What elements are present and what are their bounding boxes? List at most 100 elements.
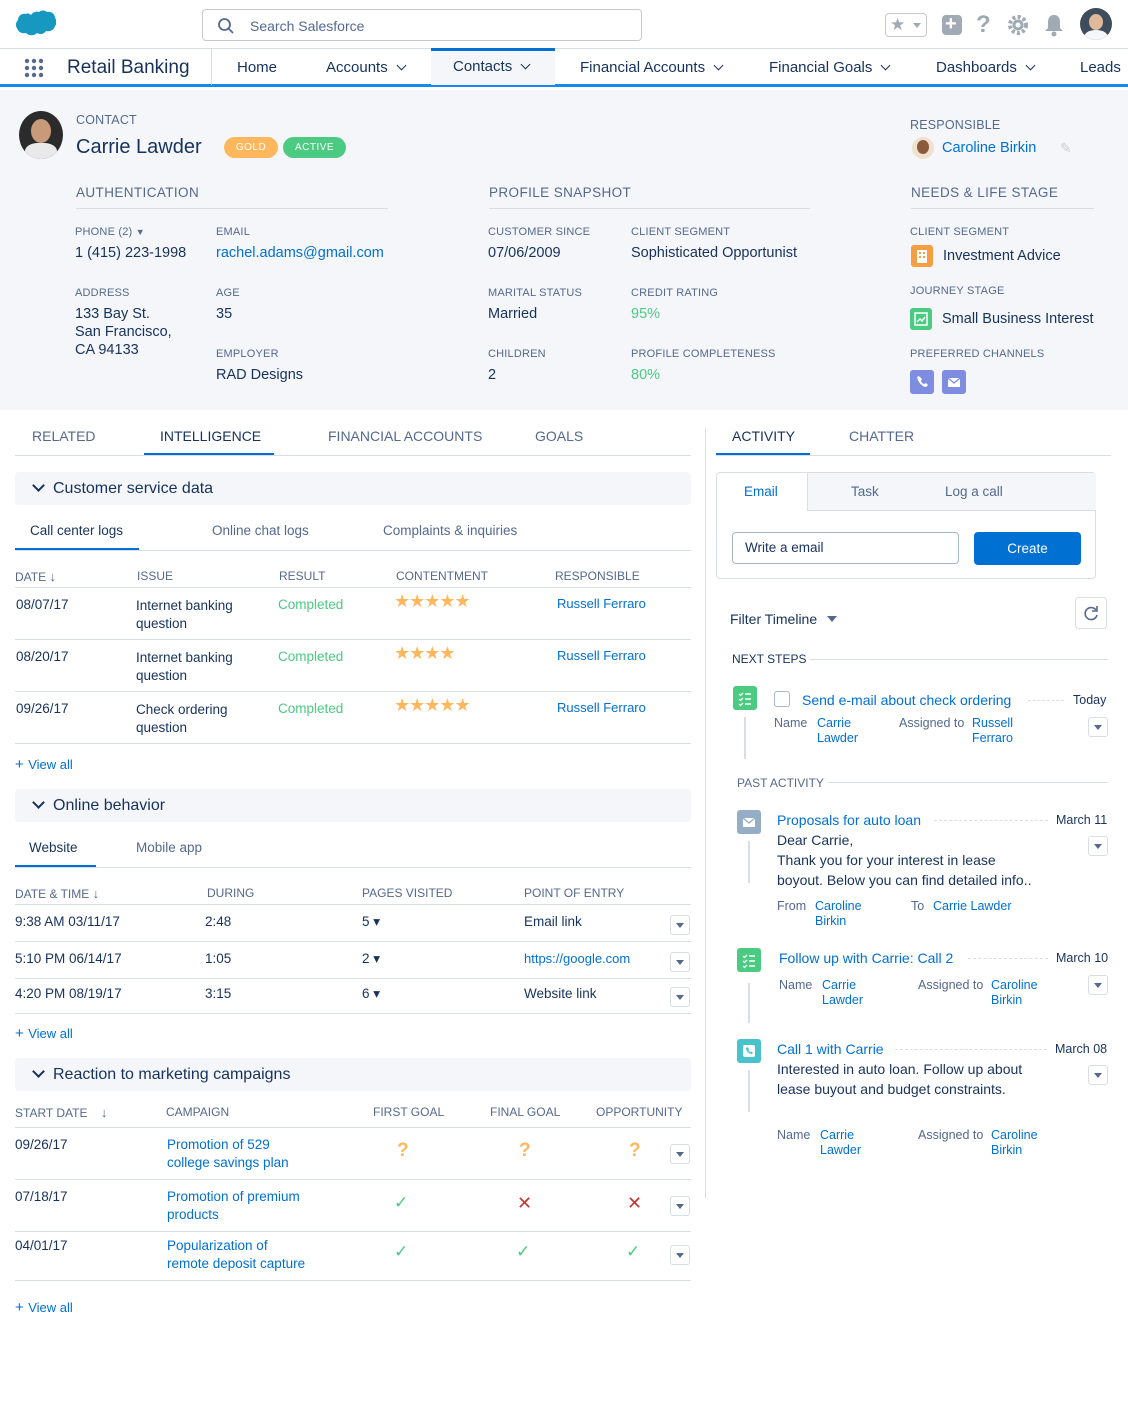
composer-tab-task[interactable]: Task [851,484,879,499]
cell-campaign-link[interactable]: Promotion of 529 college savings plan [167,1136,307,1172]
view-all-calls-link[interactable]: + View all [15,756,73,774]
col-first-goal[interactable]: FIRST GOAL [373,1105,444,1119]
edit-pencil-icon[interactable]: ✎ [1060,140,1072,157]
view-all-campaigns-link[interactable]: + View all [15,1299,73,1317]
tab-goals[interactable]: GOALS [535,428,583,444]
cell-campaign-link[interactable]: Popularization of remote deposit capture [167,1237,307,1273]
subtab-website[interactable]: Website [29,840,78,855]
create-button[interactable]: Create [974,532,1081,565]
row-menu-button[interactable] [670,1144,690,1164]
email-link[interactable]: rachel.adams@gmail.com [216,244,384,262]
assigned-link[interactable]: Caroline Birkin [991,978,1051,1008]
row-menu-button[interactable] [670,1245,690,1265]
col-date-time[interactable]: DATE & TIME ↓ [15,886,99,901]
col-result[interactable]: RESULT [279,569,325,583]
notifications-bell-icon[interactable] [1043,13,1065,37]
view-all-online-link[interactable]: + View all [15,1025,73,1043]
tab-intelligence[interactable]: INTELLIGENCE [160,428,261,444]
to-link[interactable]: Carrie Lawder [933,899,1023,914]
nav-tab-financial-goals[interactable]: Financial Goals [769,49,891,85]
phone-label[interactable]: PHONE (2) ▼ [75,226,145,238]
section-title: Customer service data [53,480,214,497]
nav-tab-home[interactable]: Home [237,49,277,85]
col-start-date[interactable]: START DATE ↓ [15,1105,107,1120]
row-menu-button[interactable] [670,1196,690,1216]
email-channel-icon[interactable] [942,370,966,394]
tab-related[interactable]: RELATED [32,428,96,444]
subtab-call-center-logs[interactable]: Call center logs [30,523,123,538]
col-contentment[interactable]: CONTENTMENT [396,569,488,583]
marketing-section-header[interactable]: Reaction to marketing campaigns [15,1058,691,1091]
name-link[interactable]: Carrie Lawder [820,1128,870,1158]
activity-menu-button[interactable] [1088,975,1108,995]
user-avatar[interactable] [1080,8,1112,40]
col-date[interactable]: DATE ↓ [15,569,56,584]
children-label: CHILDREN [488,348,546,360]
cell-point-of-entry[interactable]: https://google.com [524,950,630,968]
activity-title[interactable]: Proposals for auto loan [777,812,921,828]
assigned-link[interactable]: Caroline Birkin [991,1128,1051,1158]
tab-chatter[interactable]: CHATTER [849,428,914,444]
tab-activity[interactable]: ACTIVITY [732,428,795,444]
salesforce-logo[interactable] [14,10,56,40]
cell-responsible-link[interactable]: Russell Ferraro [557,647,646,665]
nav-tab-financial-accounts[interactable]: Financial Accounts [580,49,724,85]
col-responsible[interactable]: RESPONSIBLE [555,569,640,583]
activity-title[interactable]: Follow up with Carrie: Call 2 [779,950,953,966]
tab-financial-accounts[interactable]: FINANCIAL ACCOUNTS [328,428,482,444]
nav-tab-contacts-active[interactable]: Contacts [431,48,555,85]
customer-service-section-header[interactable]: Customer service data [15,472,691,505]
composer-tab-log-call[interactable]: Log a call [945,484,1003,499]
assigned-link[interactable]: Russell Ferraro [972,716,1022,746]
cell-pages-visited[interactable]: 2 ▾ [362,950,380,968]
chevron-down-icon [880,60,891,71]
global-search[interactable]: Search Salesforce [202,9,642,41]
row-menu-button[interactable] [670,987,690,1007]
subtab-mobile-app[interactable]: Mobile app [136,840,202,855]
name-link[interactable]: Carrie Lawder [822,978,872,1008]
question-icon: ? [519,1140,531,1161]
cell-pages-visited[interactable]: 6 ▾ [362,985,380,1003]
composer-tab-email[interactable]: Email [744,484,778,499]
name-link[interactable]: Carrie Lawder [817,716,867,746]
cell-during: 2:48 [205,914,232,929]
phone-channel-icon[interactable] [910,370,934,394]
col-campaign[interactable]: CAMPAIGN [166,1105,229,1119]
col-issue[interactable]: ISSUE [137,569,173,583]
col-pages-visited[interactable]: PAGES VISITED [362,886,452,900]
global-actions-button[interactable]: + [942,13,962,35]
online-behavior-section-header[interactable]: Online behavior [15,789,691,822]
activity-menu-button[interactable] [1088,836,1108,856]
activity-title[interactable]: Call 1 with Carrie [777,1041,884,1057]
app-launcher-icon[interactable] [24,58,44,78]
gear-icon[interactable] [1007,14,1029,36]
col-during[interactable]: DURING [207,886,254,900]
col-opportunity[interactable]: OPPORTUNITY [596,1105,682,1119]
row-menu-button[interactable] [670,952,690,972]
from-link[interactable]: Caroline Birkin [815,899,875,929]
activity-date: March 11 [1056,813,1108,827]
col-final-goal[interactable]: FINAL GOAL [490,1105,560,1119]
past-activity-label: PAST ACTIVITY [737,776,824,790]
nav-tab-leads[interactable]: Leads [1080,49,1128,85]
activity-menu-button[interactable] [1088,1065,1108,1085]
subtab-online-chat-logs[interactable]: Online chat logs [212,523,309,538]
cell-responsible-link[interactable]: Russell Ferraro [557,699,646,717]
responsible-link[interactable]: Caroline Birkin [942,139,1036,157]
nav-tab-dashboards[interactable]: Dashboards [936,49,1036,85]
refresh-button[interactable] [1075,597,1107,629]
nav-tab-accounts[interactable]: Accounts [326,49,407,85]
cell-pages-visited[interactable]: 5 ▾ [362,913,380,931]
filter-timeline-dropdown[interactable]: Filter Timeline [730,611,838,627]
next-step-title[interactable]: Send e-mail about check ordering [802,692,1011,708]
subtab-complaints[interactable]: Complaints & inquiries [383,523,517,538]
task-checkbox[interactable] [774,691,790,707]
help-icon[interactable]: ? [976,11,991,39]
favorites-button[interactable]: ★ [885,13,927,37]
email-compose-input[interactable]: Write a email [732,532,959,564]
col-point-of-entry[interactable]: POINT OF ENTRY [524,886,624,900]
next-step-menu-button[interactable] [1088,717,1108,737]
cell-responsible-link[interactable]: Russell Ferraro [557,595,646,613]
row-menu-button[interactable] [670,915,690,935]
cell-campaign-link[interactable]: Promotion of premium products [167,1188,307,1224]
